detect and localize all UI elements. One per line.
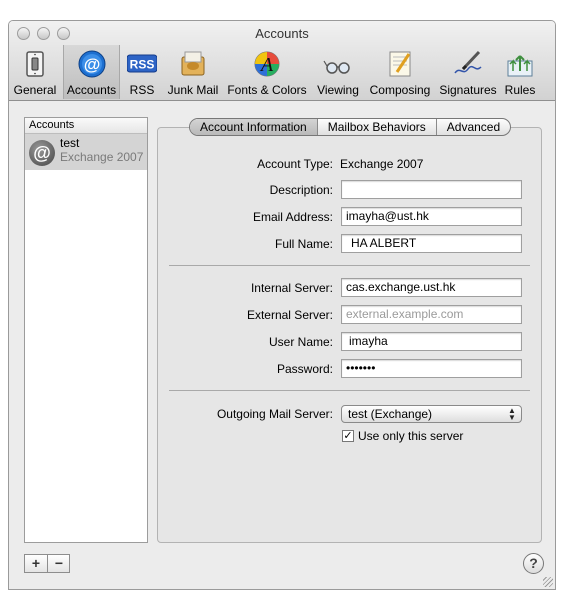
full-name-label: Full Name: (274, 237, 333, 251)
account-item[interactable]: @ test Exchange 2007 (25, 134, 147, 170)
account-type-label: Account Type: (257, 157, 333, 171)
toolbar-signatures[interactable]: Signatures (437, 45, 499, 99)
full-name-field[interactable]: HA ALBERT (341, 234, 522, 253)
toolbar-accounts[interactable]: @ Accounts (63, 45, 120, 99)
toolbar-label: General (13, 83, 57, 97)
external-server-label: External Server: (246, 308, 333, 322)
outgoing-server-label: Outgoing Mail Server: (216, 407, 333, 421)
tab-advanced[interactable]: Advanced (435, 119, 510, 135)
toolbar-label: Rules (504, 83, 536, 97)
toolbar-fonts-colors[interactable]: A Fonts & Colors (225, 45, 309, 99)
help-button[interactable]: ? (523, 553, 544, 574)
tab-bar: Account Information Mailbox Behaviors Ad… (189, 118, 512, 136)
light-switch-icon (26, 51, 44, 77)
internal-server-label: Internal Server: (250, 281, 333, 295)
toolbar: Accounts General @ Accounts RSS RSS Junk… (9, 21, 555, 101)
email-label: Email Address: (252, 210, 333, 224)
at-symbol: @ (83, 55, 100, 74)
updown-arrows-icon: ▲ ▼ (508, 406, 516, 422)
internal-server-field[interactable]: cas.exchange.ust.hk (341, 278, 522, 297)
svg-text:A: A (259, 54, 274, 76)
outgoing-server-value: test (Exchange) (348, 407, 433, 421)
add-remove-control: + − (24, 554, 70, 573)
add-account-button[interactable]: + (25, 555, 47, 572)
toolbar-rules[interactable]: Rules (501, 45, 539, 99)
fonts-colors-icon: A (254, 51, 280, 77)
section-divider (169, 390, 530, 391)
preferences-window: Accounts General @ Accounts RSS RSS Junk… (8, 20, 556, 590)
toolbar-label: Junk Mail (167, 83, 219, 97)
glasses-icon (323, 60, 350, 74)
description-label: Description: (269, 183, 333, 197)
use-only-this-server-checkbox[interactable]: ✓ (342, 430, 354, 442)
rss-badge-text: RSS (130, 58, 155, 72)
toolbar-label: Fonts & Colors (227, 83, 307, 97)
account-type-label: Exchange 2007 (60, 150, 144, 164)
rss-badge-icon: RSS (127, 54, 157, 73)
account-name: test (60, 136, 80, 150)
toolbar-composing[interactable]: Composing (366, 45, 434, 99)
toolbar-label: Accounts (66, 83, 117, 97)
email-field[interactable]: imayha@ust.hk (341, 207, 522, 226)
password-field[interactable]: ••••••• (341, 359, 522, 378)
password-label: Password: (276, 362, 333, 376)
tab-mailbox-behaviors[interactable]: Mailbox Behaviors (316, 119, 436, 135)
at-sign-icon: @ (78, 50, 105, 78)
accounts-list-header: Accounts (25, 118, 147, 134)
section-divider (169, 265, 530, 266)
toolbar-label: RSS (129, 83, 155, 97)
toolbar-junk-mail[interactable]: Junk Mail (165, 45, 221, 99)
rules-arrows-icon (507, 55, 533, 77)
toolbar-viewing[interactable]: Viewing (313, 45, 363, 99)
signature-pen-icon (454, 50, 482, 74)
window-title: Accounts (255, 26, 309, 41)
external-server-field[interactable]: external.example.com (341, 305, 522, 324)
toolbar-label: Signatures (439, 83, 497, 97)
description-field[interactable] (341, 180, 522, 199)
toolbar-rss[interactable]: RSS RSS (123, 45, 161, 99)
toolbar-general[interactable]: General (11, 45, 59, 99)
account-type-value: Exchange 2007 (340, 157, 424, 171)
toolbar-label: Composing (369, 83, 431, 97)
account-at-icon: @ (29, 140, 55, 166)
remove-account-button[interactable]: − (48, 555, 70, 572)
use-only-this-server-label: Use only this server (358, 429, 464, 443)
junk-mail-icon (181, 51, 205, 76)
outgoing-server-select[interactable]: test (Exchange) ▲ ▼ (341, 405, 522, 423)
toolbar-label: Viewing (317, 83, 359, 97)
tab-account-information[interactable]: Account Information (190, 119, 317, 135)
resize-grip-icon[interactable] (543, 577, 553, 587)
user-name-field[interactable]: imayha (341, 332, 522, 351)
user-name-label: User Name: (268, 335, 333, 349)
accounts-list[interactable]: Accounts @ test Exchange 2007 (24, 117, 148, 543)
pencil-paper-icon (389, 51, 411, 77)
